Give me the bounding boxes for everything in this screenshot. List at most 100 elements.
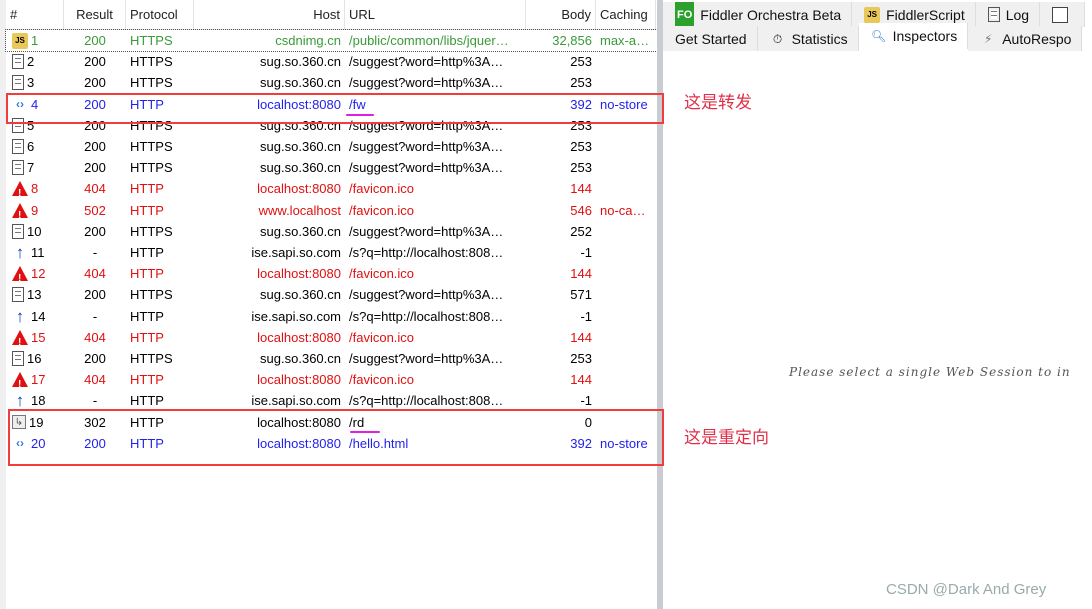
cell-body: 253 xyxy=(570,351,592,366)
underline-rd xyxy=(350,431,380,433)
cell-result: 200 xyxy=(84,160,106,176)
cell-protocol: HTTPS xyxy=(130,54,173,70)
column-header-0[interactable]: # xyxy=(6,0,64,30)
cell-body: -1 xyxy=(580,245,592,260)
cell-body: 571 xyxy=(570,287,592,303)
fo-icon: FO xyxy=(675,1,695,28)
session-row[interactable]: 6 200 HTTPS sug.so.360.cn/suggest?word=http… xyxy=(6,136,657,157)
session-id-text: 12 xyxy=(31,266,46,282)
cell-body: 546 xyxy=(570,202,592,218)
cell-caching: no-cac… xyxy=(600,202,653,218)
document-icon xyxy=(12,75,24,91)
cell-url: /favicon.ico xyxy=(349,266,415,282)
session-id: 13 xyxy=(6,284,64,305)
tab-label: Fiddler Orchestra Beta xyxy=(700,6,842,23)
warning-icon xyxy=(12,181,28,199)
highlight-box-redirect xyxy=(8,409,664,466)
session-row[interactable]: 15 404 HTTP localhost:8080/favicon.ico 144 xyxy=(6,327,657,348)
cell-url: /public/common/libs/jquer… xyxy=(349,33,509,48)
cell-protocol: HTTPS xyxy=(130,287,173,303)
session-row[interactable]: 17 404 HTTP localhost:8080/favicon.ico 144 xyxy=(6,369,657,390)
cell-result: 404 xyxy=(84,372,106,388)
cell-body: 144 xyxy=(570,266,592,282)
session-row[interactable]: 3 200 HTTPS sug.so.360.cn/suggest?word=http… xyxy=(6,72,657,93)
cell-host: sug.so.360.cn xyxy=(260,139,341,154)
cell-host: localhost:8080 xyxy=(257,372,341,388)
session-id-text: 11 xyxy=(31,245,45,260)
session-id-text: 9 xyxy=(31,202,39,218)
cell-caching xyxy=(596,284,656,305)
cell-result: 200 xyxy=(84,33,106,48)
session-row[interactable]: 7 200 HTTPS sug.so.360.cn/suggest?word=http… xyxy=(6,157,657,178)
cell-body: 253 xyxy=(570,75,592,91)
cell-result: 502 xyxy=(84,202,106,218)
session-row[interactable]: 8 404 HTTP localhost:8080/favicon.ico 144 xyxy=(6,178,657,199)
cell-caching xyxy=(596,306,656,327)
tab-window[interactable] xyxy=(1040,2,1086,27)
cell-host: www.localhost xyxy=(258,202,341,218)
cell-url: /favicon.ico xyxy=(349,329,415,345)
session-row[interactable]: 12 404 HTTP localhost:8080/favicon.ico 144 xyxy=(6,263,657,284)
cell-host: sug.so.360.cn xyxy=(260,54,341,70)
cell-caching xyxy=(596,157,656,178)
document-icon xyxy=(12,160,24,176)
session-id-text: 6 xyxy=(27,139,35,154)
tab-autorespo[interactable]: ⚡︎ AutoRespo xyxy=(968,26,1083,51)
cell-host: ise.sapi.so.com xyxy=(251,245,341,260)
document-icon xyxy=(12,223,24,239)
session-id-text: 7 xyxy=(27,160,35,176)
session-row[interactable]: 16 200 HTTPS sug.so.360.cn/suggest?word=htt… xyxy=(6,348,657,369)
session-id-text: 17 xyxy=(31,372,46,388)
session-id: 2 xyxy=(6,51,64,72)
session-id-text: 15 xyxy=(31,329,46,345)
session-id-text: 8 xyxy=(31,181,39,197)
session-row[interactable]: 2 200 HTTPS sug.so.360.cn/suggest?word=http… xyxy=(6,51,657,72)
session-id: 10 xyxy=(6,221,64,242)
cell-host: localhost:8080 xyxy=(257,266,341,282)
cell-url: /suggest?word=http%3A… xyxy=(349,223,504,239)
column-header-4[interactable]: URL xyxy=(345,0,526,30)
stopwatch-icon: ⏱ xyxy=(772,31,783,46)
session-row[interactable]: JS 1 200 HTTPS csdnimg.cn/public/common/libs… xyxy=(5,29,658,52)
document-icon xyxy=(12,351,24,366)
session-row[interactable]: 13 200 HTTPS sug.so.360.cn/suggest?word=htt… xyxy=(6,284,657,305)
tab-get-started[interactable]: Get Started xyxy=(663,26,758,51)
session-id-text: 13 xyxy=(27,287,42,303)
cell-result: 404 xyxy=(84,181,106,197)
cell-protocol: HTTP xyxy=(130,372,164,388)
cell-caching xyxy=(596,263,656,284)
cell-result: 200 xyxy=(84,54,106,70)
cell-url: /suggest?word=http%3A… xyxy=(349,160,504,176)
tab-label: AutoRespo xyxy=(1002,30,1072,47)
column-header-1[interactable]: Result xyxy=(64,0,126,30)
column-header-5[interactable]: Body xyxy=(526,0,596,30)
session-id-text: 14 xyxy=(31,308,46,324)
session-row[interactable]: ↑ 11 - HTTP ise.sapi.so.com/s?q=http://local… xyxy=(6,242,657,263)
cell-body: 252 xyxy=(570,223,592,239)
session-row[interactable]: 9 502 HTTP www.localhost/favicon.ico 546 no-c… xyxy=(6,200,657,221)
session-row[interactable]: 10 200 HTTPS sug.so.360.cn/suggest?word=htt… xyxy=(6,221,657,242)
upload-arrow-icon: ↑ xyxy=(15,391,25,411)
cell-body: 253 xyxy=(570,139,592,154)
tab-inspectors[interactable]: 🔍︎ Inspectors xyxy=(858,23,969,49)
highlight-box-forward xyxy=(6,93,664,124)
cell-url: /suggest?word=http%3A… xyxy=(349,351,504,366)
session-row[interactable]: ↑ 14 - HTTP ise.sapi.so.com/s?q=http://local… xyxy=(6,306,657,327)
upload-arrow-icon: ↑ xyxy=(15,243,25,262)
cell-url: /suggest?word=http%3A… xyxy=(349,54,504,70)
cell-caching xyxy=(596,327,656,348)
cell-body: 144 xyxy=(570,181,592,197)
cell-protocol: HTTP xyxy=(130,181,164,197)
tab-statistics[interactable]: ⏱ Statistics xyxy=(757,26,859,51)
cell-result: 404 xyxy=(84,266,106,282)
cell-url: /favicon.ico xyxy=(349,372,415,388)
cell-protocol: HTTPS xyxy=(130,223,173,239)
tab-fiddler-orchestra-beta[interactable]: FO Fiddler Orchestra Beta xyxy=(663,1,853,28)
cell-result: 200 xyxy=(84,223,106,239)
session-id-text: 2 xyxy=(27,54,35,70)
column-header-6[interactable]: Caching xyxy=(596,0,656,30)
column-header-3[interactable]: Host xyxy=(194,0,345,30)
column-header-2[interactable]: Protocol xyxy=(126,0,194,30)
tab-log[interactable]: Log xyxy=(975,2,1041,27)
cell-host: sug.so.360.cn xyxy=(260,351,341,366)
